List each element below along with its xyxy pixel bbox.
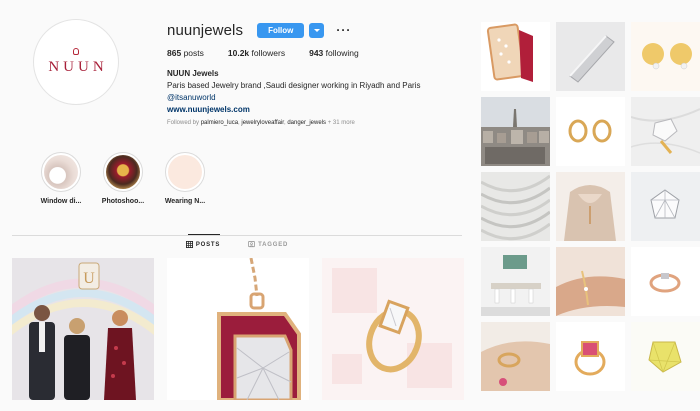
highlight-thumbnail	[168, 155, 202, 189]
followed-by-user-3[interactable]: danger_jewels	[287, 120, 326, 126]
highlight-ring	[41, 152, 81, 192]
posts-label: posts	[183, 48, 204, 58]
highlight-ring	[103, 152, 143, 192]
tabs-divider	[12, 235, 462, 236]
full-name: NUUN Jewels	[167, 69, 219, 78]
posts-stat: 865 posts	[167, 48, 204, 58]
grid-thumbnail[interactable]	[556, 172, 625, 241]
grid-thumbnail[interactable]	[481, 247, 550, 316]
grid-icon	[185, 241, 193, 248]
profile-tabs: POSTS TAGGED	[12, 241, 462, 248]
highlight-label: Wearing N...	[164, 198, 206, 205]
grid-silver-bar-image	[556, 22, 625, 91]
followed-by-user-2[interactable]: jewelryloveaffair	[241, 120, 284, 126]
grid-thumbnail[interactable]	[631, 172, 700, 241]
grid-diamond-bar-ring-image	[481, 22, 550, 91]
following-label: following	[325, 48, 359, 58]
grid-thumbnail[interactable]	[481, 97, 550, 166]
tab-posts[interactable]: POSTS	[185, 241, 221, 248]
posts-count: 865	[167, 48, 182, 58]
suggestions-dropdown-button[interactable]	[309, 22, 325, 38]
tab-posts-label: POSTS	[195, 241, 221, 248]
avatar-wordmark: NUUN	[48, 59, 108, 75]
post-thumbnail[interactable]: U	[12, 258, 154, 400]
grid-thumbnail[interactable]	[556, 22, 625, 91]
following-count: 943	[309, 48, 324, 58]
grid-thumbnail[interactable]	[631, 322, 700, 391]
grid-rose-gold-ring-image	[631, 247, 700, 316]
grid-yellow-stone-ring-image	[631, 322, 700, 391]
grid-thumbnail[interactable]	[481, 22, 550, 91]
post-thumbnail[interactable]	[322, 258, 464, 400]
follow-button[interactable]: Follow	[257, 22, 305, 38]
followers-count: 10.2k	[227, 48, 250, 58]
highlight-item[interactable]: Photoshoo...	[92, 152, 154, 205]
grid-architecture-image	[481, 172, 550, 241]
more-options-button[interactable]: ···	[336, 24, 351, 36]
followed-by-prefix: Followed by	[167, 120, 200, 126]
grid-geometric-pendant-image	[631, 172, 700, 241]
grid-thumbnail[interactable]	[631, 22, 700, 91]
highlight-item[interactable]: Wearing N...	[154, 152, 216, 205]
highlight-ring	[165, 152, 205, 192]
svg-text:U: U	[83, 270, 95, 287]
followers-stat[interactable]: 10.2k followers	[228, 48, 285, 58]
grid-marble-ring-image	[631, 97, 700, 166]
highlight-thumbnail	[44, 155, 78, 189]
username: nuunjewels	[167, 21, 244, 39]
grid-thumbnail[interactable]	[556, 247, 625, 316]
grid-hoop-earrings-image	[556, 97, 625, 166]
followed-by-user-1[interactable]: palmiero_luca	[201, 120, 238, 126]
followed-by-more[interactable]: + 31 more	[328, 120, 355, 126]
profile-avatar[interactable]: NUUN	[33, 19, 119, 105]
post-ruby-pendant-image	[167, 258, 309, 400]
highlight-label: Photoshoo...	[101, 198, 145, 205]
post-thumbnail[interactable]	[167, 258, 309, 400]
grid-boutique-image	[481, 247, 550, 316]
grid-thumbnail[interactable]	[481, 172, 550, 241]
grid-model-necklace-image	[556, 172, 625, 241]
grid-ruby-ring-image	[556, 322, 625, 391]
post-baguette-ring-image	[322, 258, 464, 400]
profile-stats: 865 posts 10.2k followers 943 following	[167, 48, 383, 58]
grid-ring-on-hand-image	[481, 322, 550, 391]
story-highlights: Window di... Photoshoo... Wearing N...	[30, 152, 216, 205]
highlight-item[interactable]: Window di...	[30, 152, 92, 205]
chevron-down-icon	[313, 28, 320, 32]
followers-label: followers	[251, 48, 286, 58]
logo-mark-icon	[73, 48, 79, 55]
bio-mention-link[interactable]: @itsanuworld	[167, 92, 457, 104]
profile-bio: NUUN Jewels Paris based Jewelry brand ,S…	[167, 68, 457, 116]
following-stat[interactable]: 943 following	[309, 48, 359, 58]
grid-thumbnail[interactable]	[481, 322, 550, 391]
highlight-label: Window di...	[40, 198, 82, 205]
highlight-thumbnail	[106, 155, 140, 189]
tag-icon	[248, 241, 256, 248]
tab-tagged[interactable]: TAGGED	[248, 241, 288, 248]
bio-text: Paris based Jewelry brand ,Saudi designe…	[167, 81, 421, 90]
username-row: nuunjewels Follow ···	[167, 20, 351, 40]
grid-gold-earrings-image	[631, 22, 700, 91]
grid-paris-rooftops-image	[481, 97, 550, 166]
grid-thumbnail[interactable]	[631, 97, 700, 166]
tab-tagged-label: TAGGED	[258, 241, 289, 248]
website-link[interactable]: www.nuunjewels.com	[167, 104, 457, 116]
grid-thumbnail[interactable]	[556, 322, 625, 391]
followed-by: Followed by palmiero_luca, jewelryloveaf…	[167, 120, 355, 126]
post-team-photo-image: U	[12, 258, 154, 400]
grid-thumbnail[interactable]	[556, 97, 625, 166]
active-tab-indicator	[188, 234, 220, 235]
grid-thumbnail[interactable]	[631, 247, 700, 316]
grid-bracelet-wrist-image	[556, 247, 625, 316]
